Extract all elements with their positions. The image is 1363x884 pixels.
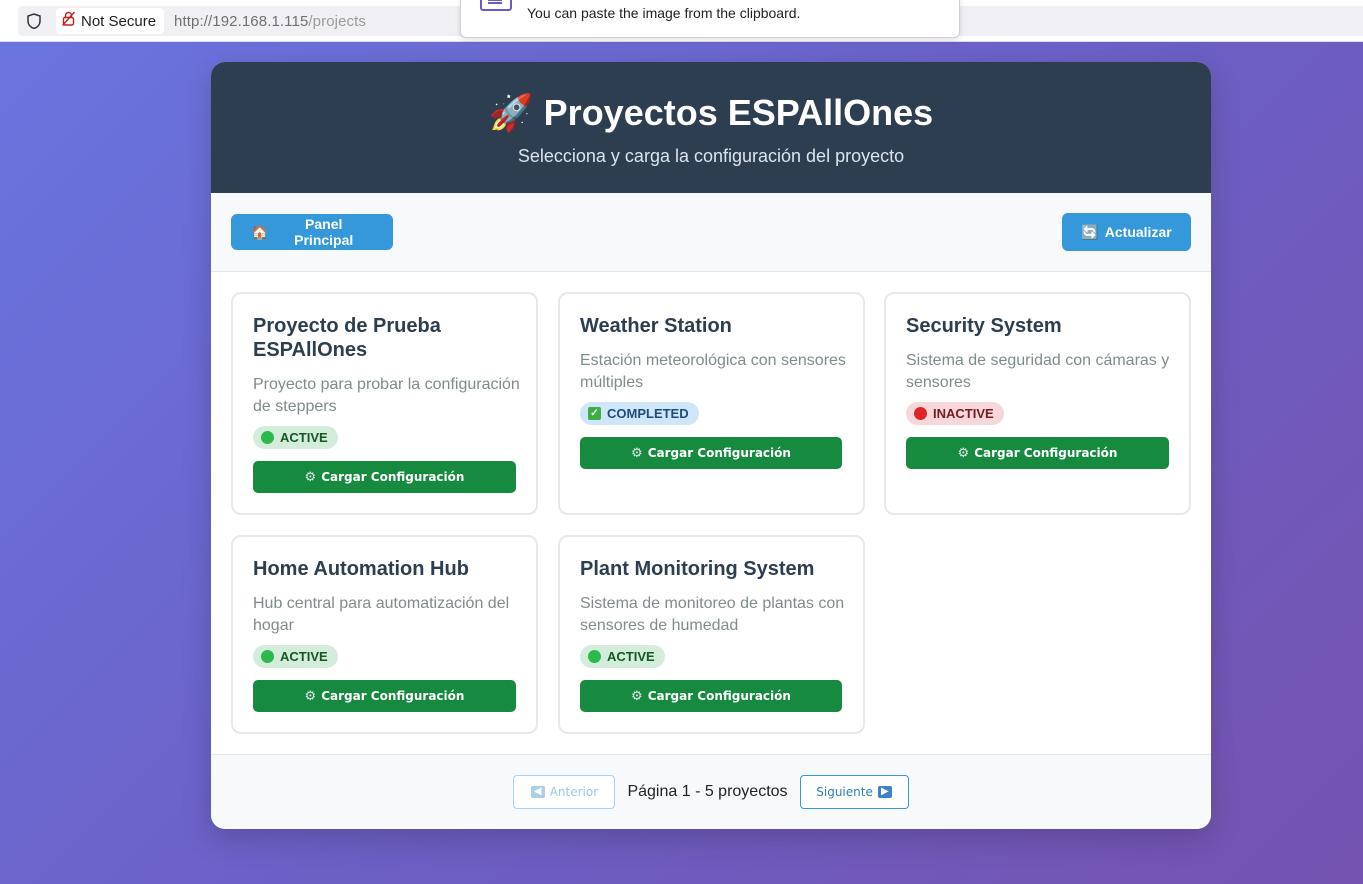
status-text: COMPLETED <box>607 406 689 421</box>
project-title: Proyecto de Prueba ESPAllOnes <box>253 315 441 361</box>
panel-principal-label: Panel Principal <box>294 216 354 248</box>
project-title: Home Automation Hub <box>253 558 469 580</box>
load-config-button[interactable]: ⚙ Cargar Configuración <box>253 680 516 712</box>
status-dot-icon <box>261 650 274 663</box>
status-badge: INACTIVE <box>906 402 1004 425</box>
previous-page-label: Anterior <box>549 785 599 799</box>
toolbar: 🏠 Panel Principal 🔄 Actualizar <box>211 193 1211 272</box>
next-page-label: Siguiente <box>816 785 873 799</box>
clipboard-notification: You can paste the image from the clipboa… <box>460 0 960 38</box>
page-header: 🚀 Proyectos ESPAllOnes Selecciona y carg… <box>211 62 1211 193</box>
project-description: Sistema de monitoreo de plantas con sens… <box>580 595 845 634</box>
security-label: Not Secure <box>81 12 157 30</box>
gear-icon: ⚙ <box>304 688 317 704</box>
gear-icon: ⚙ <box>304 469 317 485</box>
status-dot-icon <box>588 650 601 663</box>
check-icon: ✓ <box>588 407 601 420</box>
tracking-shield-icon[interactable] <box>26 13 42 29</box>
status-text: INACTIVE <box>933 406 994 421</box>
next-page-button[interactable]: Siguiente ▶ <box>799 775 909 809</box>
refresh-icon: 🔄 <box>1081 223 1099 240</box>
load-config-label: Cargar Configuración <box>321 689 465 703</box>
status-text: ACTIVE <box>607 649 655 664</box>
projects-panel: 🚀 Proyectos ESPAllOnes Selecciona y carg… <box>211 62 1211 829</box>
gear-icon: ⚙ <box>631 445 643 461</box>
load-config-button[interactable]: ⚙ Cargar Configuración <box>580 680 842 712</box>
project-title: Security System <box>906 315 1062 337</box>
project-description: Estación meteorológica con sensores múlt… <box>580 352 846 391</box>
url-path: /projects <box>308 12 366 30</box>
refresh-button[interactable]: 🔄 Actualizar <box>1062 213 1191 251</box>
gear-icon: ⚙ <box>957 445 970 461</box>
site-security-indicator[interactable]: Not Secure <box>56 8 165 34</box>
page-subtitle: Selecciona y carga la configuración del … <box>517 146 905 166</box>
clipboard-icon <box>480 0 512 11</box>
page-title-text: Proyectos ESPAllOnes <box>543 92 934 133</box>
project-title: Weather Station <box>580 315 732 337</box>
load-config-button[interactable]: ⚙ Cargar Configuración <box>906 437 1169 469</box>
load-config-button[interactable]: ⚙ Cargar Configuración <box>580 437 842 469</box>
status-badge: ACTIVE <box>253 645 338 668</box>
status-dot-icon <box>261 431 274 444</box>
left-arrow-icon: ◀ <box>530 786 545 798</box>
insecure-lock-icon <box>61 11 76 31</box>
url-text[interactable]: http://192.168.1.115/projects <box>174 13 366 30</box>
previous-page-button[interactable]: ◀ Anterior <box>513 775 616 809</box>
project-card: Plant Monitoring System Sistema de monit… <box>558 535 865 734</box>
load-config-label: Cargar Configuración <box>974 446 1118 460</box>
status-text: ACTIVE <box>280 430 328 445</box>
right-arrow-icon: ▶ <box>877 786 892 798</box>
page-info: Página 1 - 5 proyectos <box>627 783 788 800</box>
status-badge: ACTIVE <box>580 645 665 668</box>
url-host: http://192.168.1.115 <box>174 12 309 30</box>
status-badge: ACTIVE <box>253 426 338 449</box>
project-card: Home Automation Hub Hub central para aut… <box>231 535 538 734</box>
project-description: Sistema de seguridad con cámaras y senso… <box>906 352 1170 391</box>
panel-principal-button[interactable]: 🏠 Panel Principal <box>231 214 393 250</box>
project-card: Security System Sistema de seguridad con… <box>884 292 1191 515</box>
project-card: Proyecto de Prueba ESPAllOnes Proyecto p… <box>231 292 538 515</box>
refresh-label: Actualizar <box>1104 224 1172 240</box>
pagination: ◀ Anterior Página 1 - 5 proyectos Siguie… <box>211 754 1211 829</box>
status-text: ACTIVE <box>280 649 328 664</box>
rocket-icon: 🚀 <box>488 92 534 133</box>
load-config-button[interactable]: ⚙ Cargar Configuración <box>253 461 516 493</box>
home-icon: 🏠 <box>251 223 269 240</box>
project-description: Proyecto para probar la configuración de… <box>253 376 520 415</box>
project-card: Weather Station Estación meteorológica c… <box>558 292 865 515</box>
load-config-label: Cargar Configuración <box>321 470 465 484</box>
status-badge: ✓ COMPLETED <box>580 402 699 425</box>
status-dot-icon <box>914 407 927 420</box>
load-config-label: Cargar Configuración <box>647 689 791 703</box>
page-title: 🚀 Proyectos ESPAllOnes <box>489 92 933 134</box>
project-title: Plant Monitoring System <box>580 558 815 580</box>
project-description: Hub central para automatización del hoga… <box>253 595 510 634</box>
clipboard-message: You can paste the image from the clipboa… <box>527 5 801 21</box>
projects-grid: Proyecto de Prueba ESPAllOnes Proyecto p… <box>211 272 1211 754</box>
gear-icon: ⚙ <box>631 688 643 704</box>
load-config-label: Cargar Configuración <box>647 446 791 460</box>
